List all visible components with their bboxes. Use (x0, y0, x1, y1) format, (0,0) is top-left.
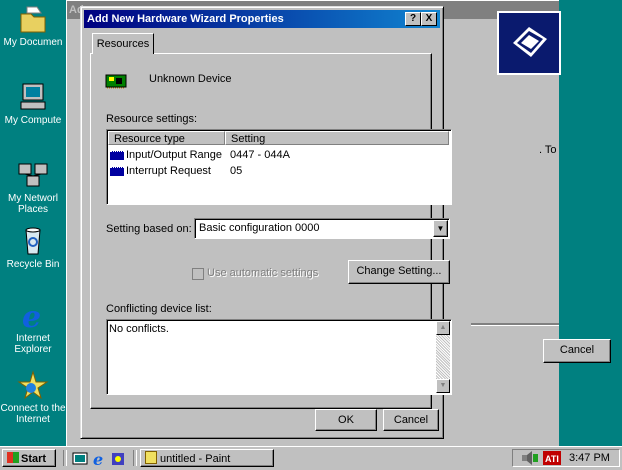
change-setting-button[interactable]: Change Setting... (348, 260, 450, 284)
desktop-icon-label: My Networl Places (7, 193, 58, 215)
network-icon (17, 160, 49, 190)
internet-explorer-icon: e (17, 300, 49, 335)
tab-resources[interactable]: Resources (92, 33, 154, 54)
desktop-icon-label: Internet Explorer (14, 333, 52, 355)
scroll-up-icon[interactable]: ▲ (436, 321, 450, 335)
chevron-down-icon[interactable]: ▼ (433, 220, 448, 237)
windows-logo-icon (7, 452, 19, 463)
clock: 3:47 PM (569, 452, 610, 464)
svg-text:e: e (22, 300, 41, 330)
use-automatic-checkbox[interactable] (192, 268, 204, 280)
ok-button[interactable]: OK (315, 409, 377, 431)
desktop-icon-network[interactable]: My Networl Places (0, 160, 66, 215)
quicklaunch-desktop-icon[interactable] (72, 451, 88, 470)
desktop-icon-recycle-bin[interactable]: Recycle Bin (0, 226, 66, 270)
setting-based-on-label: Setting based on: (106, 223, 192, 235)
start-button[interactable]: Start (2, 449, 56, 467)
resource-type: Interrupt Request (126, 165, 211, 177)
conflicts-box[interactable]: No conflicts. ▲ ▼ (106, 319, 452, 395)
quicklaunch-ie-icon[interactable]: e (92, 450, 108, 470)
conflicting-device-label: Conflicting device list: (106, 303, 212, 315)
desktop-icon-connect[interactable]: Connect to the Internet (0, 370, 66, 425)
resource-icon (110, 166, 124, 176)
background-window-text: . To (539, 144, 557, 156)
table-row[interactable]: Interrupt Request 05 (110, 163, 450, 179)
connect-icon (17, 370, 49, 400)
hardware-wizard-image (497, 11, 561, 75)
start-label: Start (21, 453, 47, 465)
taskbar: Start e untitled - Paint ATI 3:47 PM (0, 446, 622, 470)
desktop-icon-label: Recycle Bin (6, 259, 60, 270)
desktop-icon-label: Connect to the Internet (0, 403, 66, 425)
taskbar-separator (63, 450, 67, 466)
use-automatic-label: Use automatic settings (207, 267, 319, 279)
desktop-icon-my-computer[interactable]: My Compute (0, 82, 66, 126)
computer-icon (17, 82, 49, 112)
svg-text:e: e (93, 451, 103, 467)
device-name: Unknown Device (149, 73, 232, 85)
background-window-panel (471, 19, 559, 447)
properties-dialog: Add New Hardware Wizard Properties ? X R… (80, 6, 452, 439)
resource-type: Input/Output Range (126, 149, 223, 161)
background-cancel-button[interactable]: Cancel (543, 339, 611, 363)
close-button[interactable]: X (421, 12, 437, 26)
setting-based-on-value: Basic configuration 0000 (199, 222, 320, 234)
conflicts-scrollbar[interactable]: ▲ ▼ (436, 321, 450, 393)
folder-icon (17, 4, 49, 34)
desktop-icon-internet-explorer[interactable]: e Internet Explorer (0, 300, 66, 355)
ati-icon[interactable]: ATI (543, 451, 561, 468)
cancel-button[interactable]: Cancel (383, 409, 439, 431)
paint-icon (145, 451, 157, 464)
scroll-down-icon[interactable]: ▼ (436, 379, 450, 393)
resource-settings-label: Resource settings: (106, 113, 198, 125)
taskbar-task-paint[interactable]: untitled - Paint (140, 449, 274, 467)
table-row[interactable]: Input/Output Range 0447 - 044A (110, 147, 450, 163)
setting-based-on-select[interactable]: Basic configuration 0000 ▼ (194, 218, 450, 239)
recycle-bin-icon (17, 226, 49, 256)
column-header-setting[interactable]: Setting (225, 131, 449, 145)
desktop-icon-my-documents[interactable]: My Documen (0, 4, 66, 48)
resource-list[interactable]: Resource type Setting Input/Output Range… (106, 129, 452, 205)
column-header-resource-type[interactable]: Resource type (108, 131, 225, 145)
resource-setting: 0447 - 044A (230, 149, 290, 161)
resource-icon (110, 150, 124, 160)
quicklaunch-channels-icon[interactable] (110, 451, 126, 470)
divider (471, 323, 559, 326)
taskbar-task-label: untitled - Paint (160, 453, 231, 465)
resource-setting: 05 (230, 165, 243, 177)
resources-panel: Unknown Device Resource settings: Resour… (90, 53, 452, 409)
conflicts-text: No conflicts. (109, 323, 169, 335)
device-chip-icon (104, 73, 128, 92)
speaker-icon[interactable] (521, 451, 539, 468)
system-tray: ATI 3:47 PM (512, 449, 620, 467)
desktop-icon-label: My Documen (3, 37, 63, 48)
desktop-icon-label: My Compute (4, 115, 62, 126)
help-button[interactable]: ? (405, 12, 421, 26)
dialog-title: Add New Hardware Wizard Properties (87, 13, 284, 25)
dialog-titlebar: Add New Hardware Wizard Properties ? X (84, 10, 440, 28)
taskbar-separator (133, 450, 137, 466)
svg-text:ATI: ATI (545, 454, 559, 464)
